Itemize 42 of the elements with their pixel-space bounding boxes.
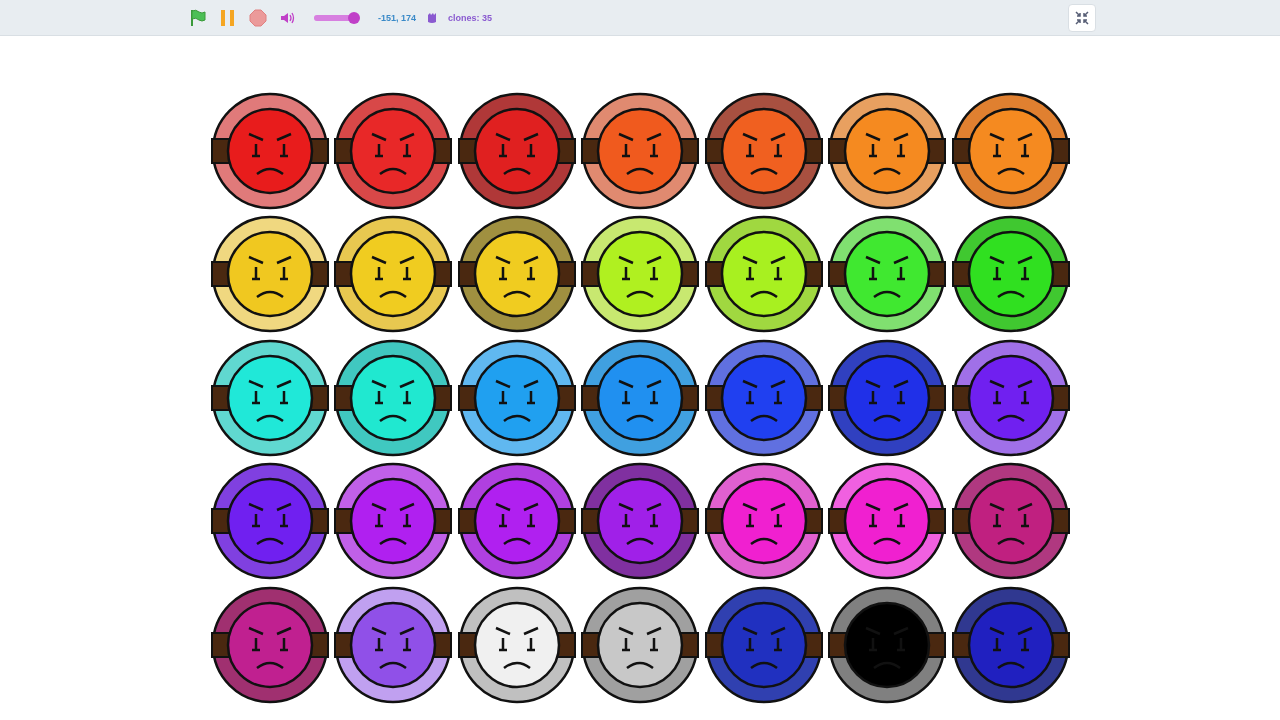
face-expression-drawing xyxy=(617,626,663,669)
slider-thumb[interactable] xyxy=(348,11,360,24)
stop-icon[interactable] xyxy=(248,7,268,28)
face-expression-drawing xyxy=(864,256,910,299)
face-expression-drawing xyxy=(370,256,416,299)
face-expression-drawing xyxy=(741,503,786,546)
face-expression-drawing xyxy=(988,256,1033,299)
face-expression-drawing xyxy=(617,379,663,422)
face-expression-drawing xyxy=(370,132,416,175)
face-expression-drawing xyxy=(247,626,292,669)
face-expression-drawing xyxy=(741,626,786,669)
face-expression-drawing xyxy=(988,132,1033,175)
flag-icon[interactable] xyxy=(188,7,208,28)
face-expression-drawing xyxy=(370,503,416,546)
face-expression-drawing xyxy=(494,626,539,669)
face-expression-drawing xyxy=(741,379,786,422)
mouse-position: -151, 174 xyxy=(378,12,417,23)
face-expression-drawing xyxy=(864,379,910,422)
face-expression-drawing xyxy=(864,132,910,175)
face-expression-drawing xyxy=(247,379,292,422)
face-expression-drawing xyxy=(370,626,416,669)
face-expression-drawing xyxy=(741,132,786,175)
face-expression-drawing xyxy=(988,379,1033,422)
face-expression-drawing xyxy=(988,626,1033,669)
face-expression-drawing xyxy=(864,503,910,546)
face-expression-drawing xyxy=(494,132,539,175)
clone-count: clones: 35 xyxy=(448,12,493,23)
face-expression-drawing xyxy=(617,503,663,546)
face-expression-drawing xyxy=(617,256,663,299)
exit-fullscreen-button[interactable] xyxy=(1068,3,1096,32)
clone-icon xyxy=(426,11,439,24)
face-expression-drawing xyxy=(741,256,786,299)
exit-fullscreen-icon xyxy=(1075,10,1089,25)
face-expression-drawing xyxy=(247,256,292,299)
face-expression-drawing xyxy=(494,503,539,546)
face-expression-drawing xyxy=(494,379,539,422)
face-expression-drawing xyxy=(617,132,663,175)
face-expression-drawing xyxy=(988,503,1033,546)
face-expression-drawing xyxy=(370,379,416,422)
face-expression-drawing xyxy=(247,132,292,175)
face-expression-drawing xyxy=(247,503,292,546)
face-expression-drawing xyxy=(494,256,539,299)
